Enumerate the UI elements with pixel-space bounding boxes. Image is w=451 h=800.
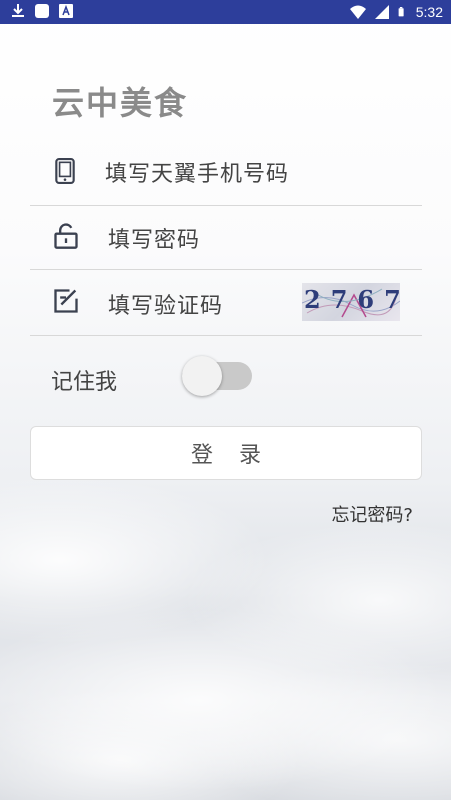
login-button[interactable]: 登录 (30, 426, 422, 480)
download-icon (12, 4, 24, 17)
status-right: 5:32 (349, 2, 443, 22)
captcha-code: 2767 (304, 285, 400, 314)
password-input[interactable]: 填写密码 (108, 222, 200, 254)
remember-label: 记住我 (51, 370, 118, 395)
edit-icon (54, 289, 78, 313)
remember-toggle[interactable] (182, 354, 252, 398)
phone-icon (55, 158, 75, 184)
phone-row[interactable]: 填写天翼手机号码 (30, 140, 422, 206)
app-icon (35, 4, 49, 18)
captcha-input[interactable]: 填写验证码 (108, 288, 223, 320)
unlock-icon (54, 223, 78, 249)
app-title: 云中美食 (52, 84, 189, 122)
status-bar: 5:32 (0, 0, 451, 24)
notification-icon (59, 4, 73, 18)
forgot-password-link[interactable]: 忘记密码? (331, 501, 413, 527)
status-left (10, 3, 74, 19)
phone-input[interactable]: 填写天翼手机号码 (105, 156, 289, 188)
wifi-icon (349, 5, 366, 19)
signal-icon (374, 5, 389, 19)
status-time: 5:32 (415, 4, 443, 20)
toggle-thumb[interactable] (182, 356, 222, 396)
password-row[interactable]: 填写密码 (30, 206, 422, 270)
captcha-image[interactable]: 2767 (302, 283, 400, 321)
battery-icon (398, 7, 404, 17)
